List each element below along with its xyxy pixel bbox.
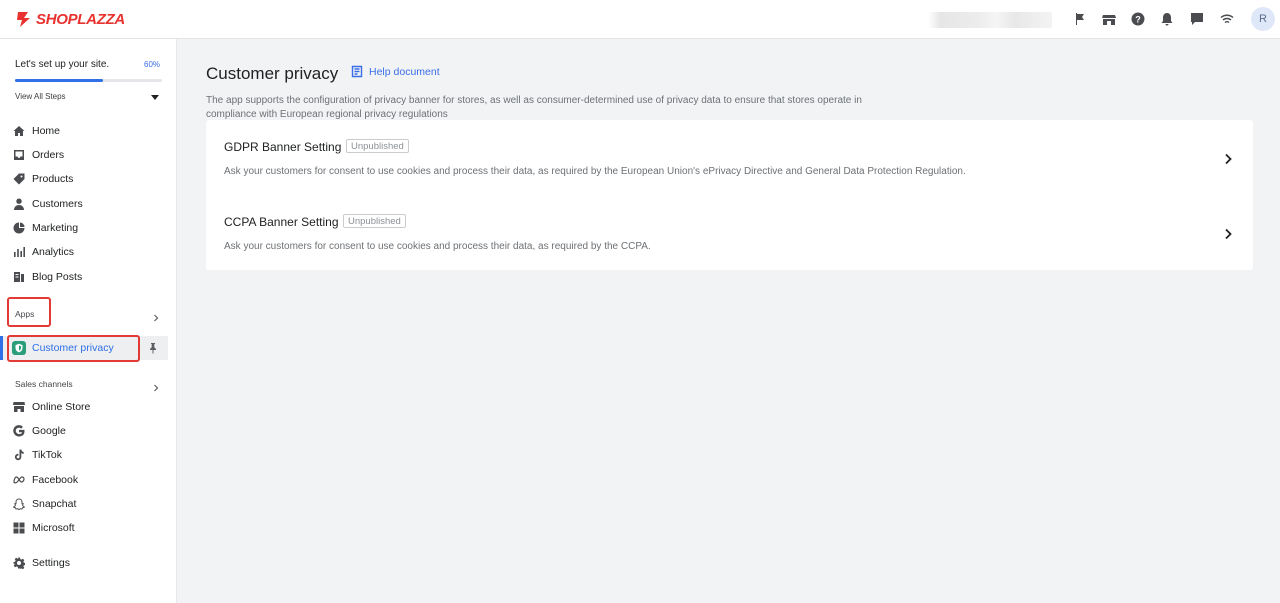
caret-down-icon[interactable] — [151, 95, 159, 100]
apps-highlight-box — [7, 297, 51, 327]
setup-progress-bar — [15, 79, 162, 82]
help-document-link[interactable]: Help document — [351, 65, 440, 78]
shoplazza-logo[interactable]: SHOPLAZZA — [14, 10, 125, 29]
home-icon — [12, 125, 25, 138]
pin-icon[interactable] — [147, 341, 159, 354]
snapchat-icon — [12, 498, 25, 511]
user-avatar[interactable]: R — [1251, 7, 1275, 31]
sidebar-item-snapchat[interactable]: Snapchat — [12, 494, 168, 514]
analytics-icon — [12, 246, 25, 259]
svg-text:?: ? — [1135, 15, 1141, 25]
chevron-right-icon[interactable] — [152, 379, 160, 392]
blog-icon — [12, 271, 25, 284]
view-all-steps-link[interactable]: View All Steps — [15, 92, 66, 101]
sidebar-item-label: Orders — [32, 149, 65, 161]
meta-icon — [12, 474, 25, 487]
chevron-right-icon[interactable] — [1223, 227, 1233, 240]
setting-description: Ask your customers for consent to use co… — [224, 241, 651, 252]
marketing-icon — [12, 222, 25, 235]
setting-title: GDPR Banner Setting — [224, 140, 342, 154]
orders-icon — [12, 149, 25, 162]
sidebar-item-tiktok[interactable]: TikTok — [12, 445, 168, 465]
person-icon — [12, 198, 25, 211]
store-icon — [12, 401, 25, 414]
setup-title: Let's set up your site. — [15, 59, 110, 70]
page-title: Customer privacy — [206, 64, 339, 83]
sidebar-item-label: Settings — [32, 557, 70, 569]
sidebar-item-label: Online Store — [32, 401, 91, 413]
sidebar-item-analytics[interactable]: Analytics — [12, 242, 168, 262]
sidebar-item-google[interactable]: Google — [12, 421, 168, 441]
wifi-icon[interactable] — [1218, 10, 1236, 28]
flag-icon[interactable] — [1071, 10, 1089, 28]
chevron-right-icon[interactable] — [152, 309, 160, 322]
page-description: The app supports the configuration of pr… — [206, 95, 862, 120]
store-name-redacted[interactable] — [928, 12, 1052, 28]
shoplazza-logo-icon — [14, 10, 33, 29]
active-indicator — [0, 336, 3, 360]
google-icon — [12, 425, 25, 438]
sidebar-item-label: Microsoft — [32, 522, 75, 534]
tag-icon — [12, 173, 25, 186]
sidebar-item-label: TikTok — [32, 449, 62, 461]
help-link-label: Help document — [369, 65, 440, 78]
sidebar-item-facebook[interactable]: Facebook — [12, 470, 168, 490]
sidebar-item-blog-posts[interactable]: Blog Posts — [12, 267, 168, 287]
setup-percent: 60% — [144, 60, 161, 69]
store-icon[interactable] — [1100, 10, 1118, 28]
sales-channels-label[interactable]: Sales channels — [15, 379, 73, 389]
sidebar-item-settings[interactable]: Settings — [12, 553, 168, 573]
sidebar-item-label: Google — [32, 425, 66, 437]
ccpa-banner-setting[interactable]: CCPA Banner Setting Unpublished Ask your… — [206, 195, 1253, 270]
setup-progress-fill — [15, 79, 104, 82]
chevron-right-icon[interactable] — [1223, 152, 1233, 165]
message-icon[interactable] — [1188, 10, 1206, 28]
gear-icon — [12, 557, 25, 570]
setting-title: CCPA Banner Setting — [224, 215, 339, 229]
help-icon[interactable]: ? — [1129, 10, 1147, 28]
sidebar-item-label: Customers — [32, 198, 83, 210]
bell-icon[interactable] — [1158, 10, 1176, 28]
sidebar-item-home[interactable]: Home — [12, 121, 168, 141]
gdpr-banner-setting[interactable]: GDPR Banner Setting Unpublished Ask your… — [206, 120, 1253, 195]
sidebar-item-label: Snapchat — [32, 498, 77, 510]
brand-name: SHOPLAZZA — [36, 11, 125, 28]
sidebar-item-label: Facebook — [32, 474, 79, 486]
sidebar-item-label: Products — [32, 173, 74, 185]
sidebar-item-marketing[interactable]: Marketing — [12, 218, 168, 238]
sidebar-item-label: Analytics — [32, 246, 75, 258]
document-icon — [351, 65, 363, 78]
sidebar-item-customers[interactable]: Customers — [12, 194, 168, 214]
sidebar-item-label: Blog Posts — [32, 271, 83, 283]
sidebar: Let's set up your site. 60% View All Ste… — [0, 39, 177, 603]
sidebar-item-label: Marketing — [32, 222, 79, 234]
status-badge: Unpublished — [346, 139, 409, 153]
setting-description: Ask your customers for consent to use co… — [224, 166, 966, 177]
settings-card: GDPR Banner Setting Unpublished Ask your… — [206, 120, 1253, 270]
sidebar-item-label: Home — [32, 125, 61, 137]
sidebar-item-microsoft[interactable]: Microsoft — [12, 518, 168, 538]
sidebar-item-products[interactable]: Products — [12, 169, 168, 189]
sidebar-item-online-store[interactable]: Online Store — [12, 397, 168, 417]
top-bar: SHOPLAZZA ? R — [0, 0, 1280, 39]
tiktok-icon — [12, 449, 25, 462]
customer-privacy-highlight-box — [7, 335, 140, 362]
microsoft-icon — [12, 522, 25, 535]
status-badge: Unpublished — [343, 214, 406, 228]
sidebar-item-orders[interactable]: Orders — [12, 145, 168, 165]
